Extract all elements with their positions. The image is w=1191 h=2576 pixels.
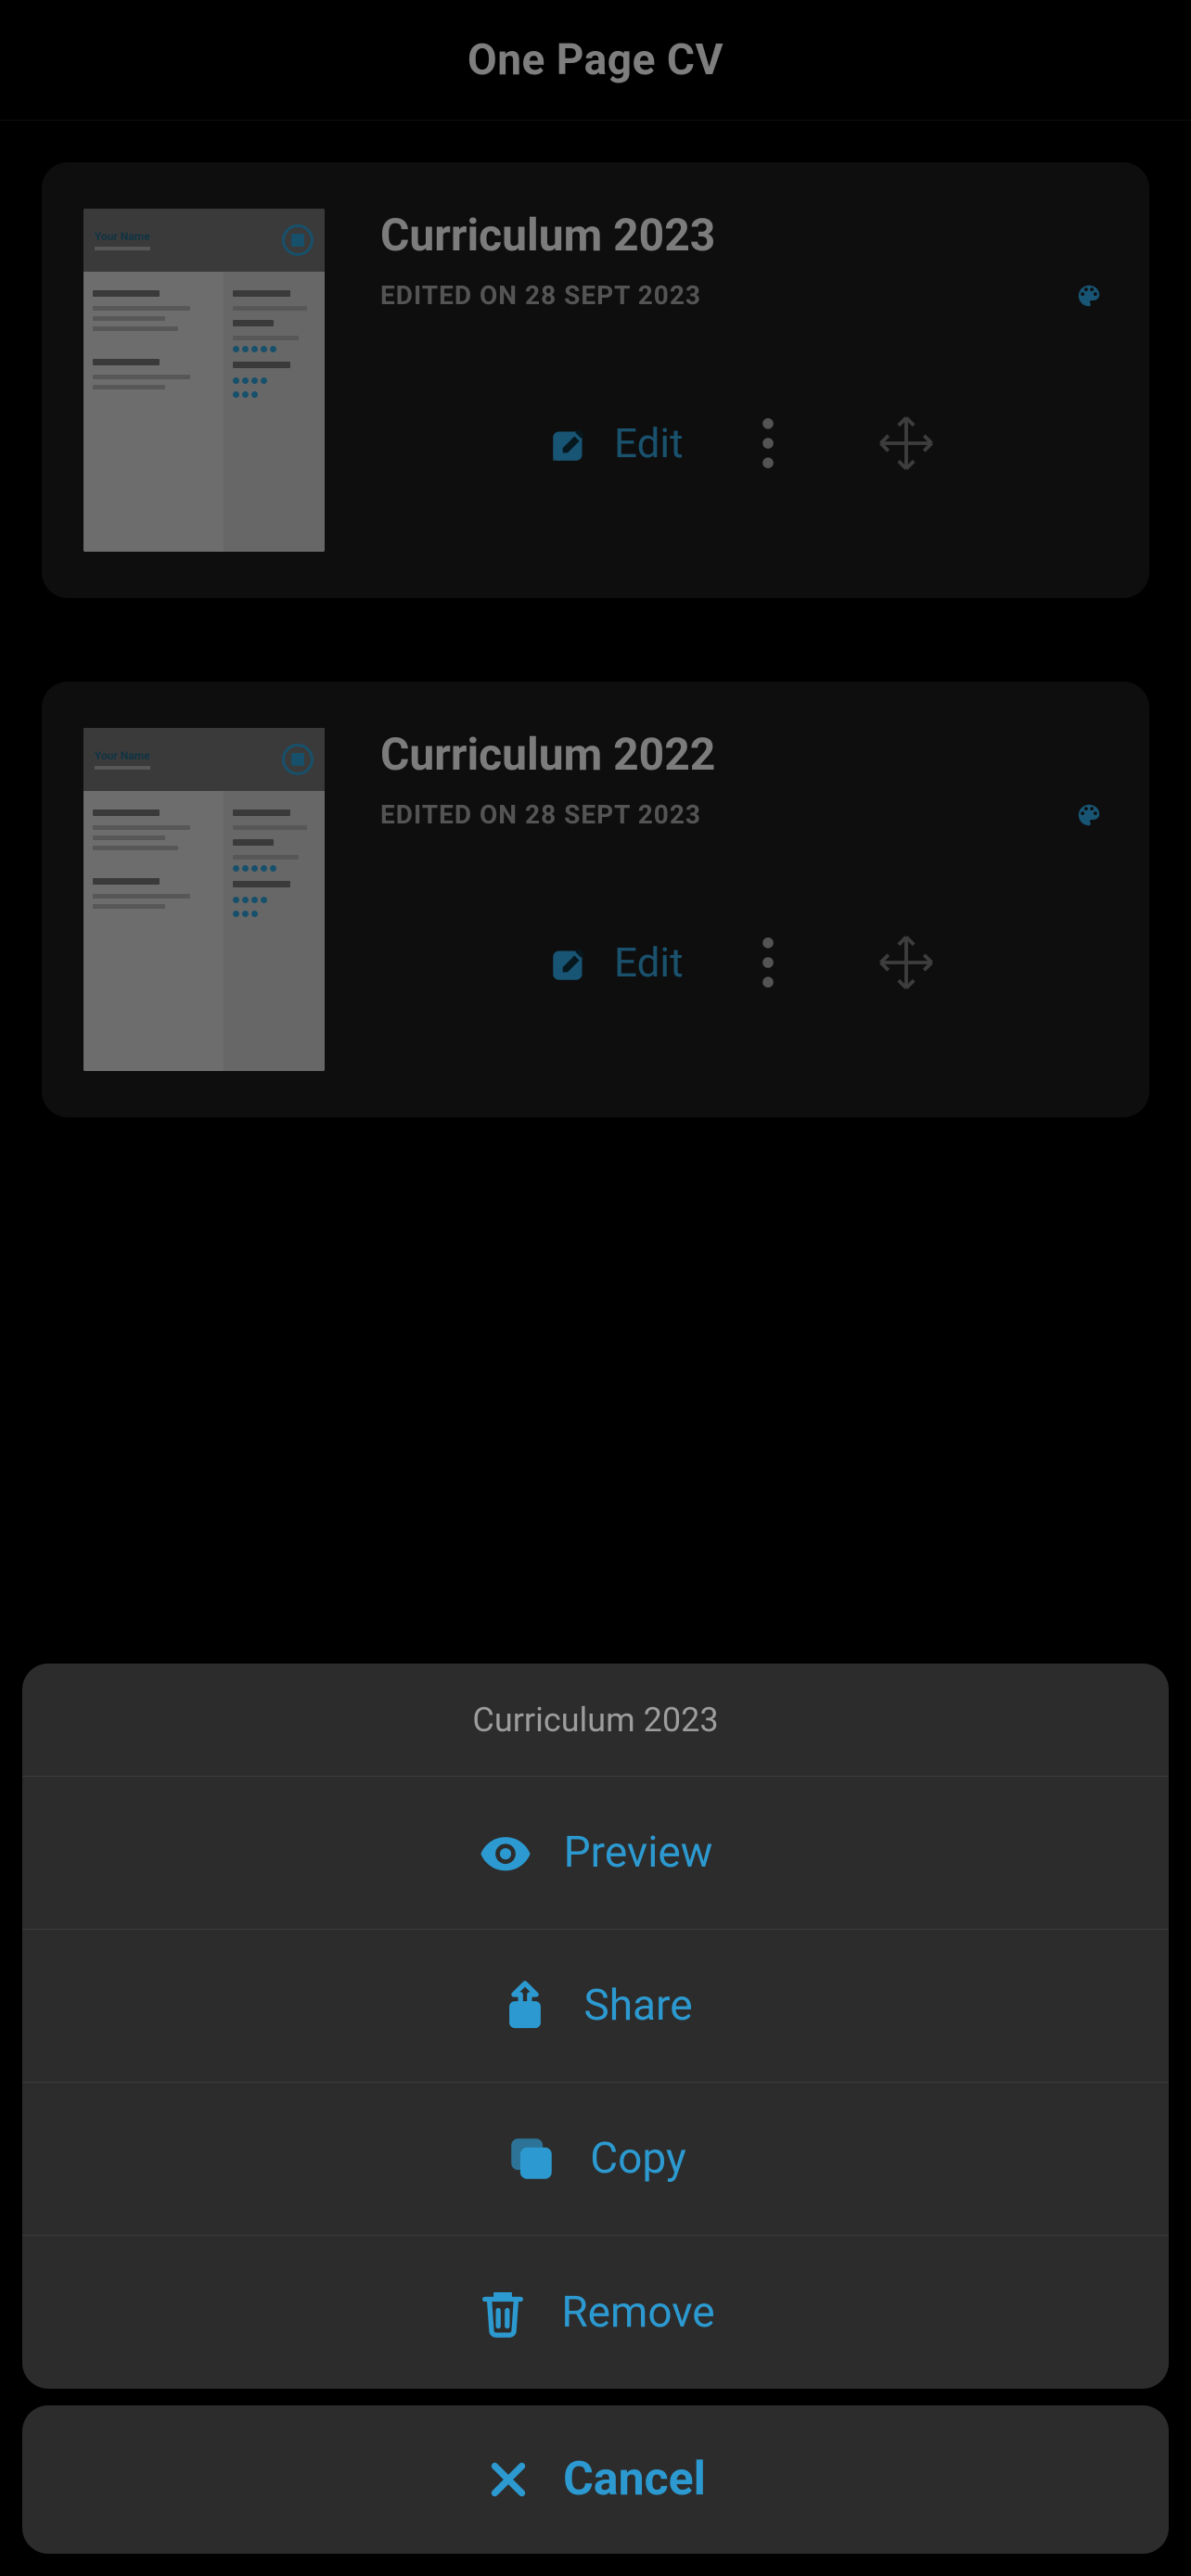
action-preview[interactable]: Preview	[22, 1777, 1169, 1930]
action-sheet-header: Curriculum 2023	[22, 1664, 1169, 1777]
action-label: Copy	[590, 2134, 686, 2184]
document-edited-date: EDITED ON 28 SEPT 2023	[380, 799, 701, 830]
cancel-label: Cancel	[563, 2453, 706, 2506]
palette-icon[interactable]	[1075, 801, 1103, 829]
document-edited-date: EDITED ON 28 SEPT 2023	[380, 280, 701, 311]
more-options-icon[interactable]	[762, 937, 774, 988]
action-cancel[interactable]: Cancel	[22, 2405, 1169, 2554]
edit-icon	[547, 939, 594, 986]
document-card[interactable]: Your Name	[42, 162, 1149, 598]
edit-button[interactable]: Edit	[547, 419, 684, 467]
document-title: Curriculum 2022	[380, 728, 1103, 781]
edit-label: Edit	[614, 938, 684, 987]
action-copy[interactable]: Copy	[22, 2083, 1169, 2236]
drag-handle-icon[interactable]	[852, 413, 937, 474]
action-label: Share	[583, 1981, 692, 2031]
action-share[interactable]: Share	[22, 1930, 1169, 2083]
app-header: One Page CV	[0, 0, 1191, 121]
edit-button[interactable]: Edit	[547, 938, 684, 987]
document-card[interactable]: Your Name	[42, 682, 1149, 1117]
document-list: Your Name	[0, 121, 1191, 1117]
edit-icon	[547, 420, 594, 466]
share-icon	[498, 1979, 552, 2033]
action-sheet: Curriculum 2023 Preview Share Copy Remov…	[22, 1664, 1169, 2554]
more-options-icon[interactable]	[762, 418, 774, 468]
action-label: Remove	[561, 2288, 714, 2338]
edit-label: Edit	[614, 419, 684, 467]
document-thumbnail[interactable]: Your Name	[83, 728, 325, 1071]
document-thumbnail[interactable]: Your Name	[83, 209, 325, 552]
palette-icon[interactable]	[1075, 282, 1103, 310]
action-sheet-title: Curriculum 2023	[472, 1701, 718, 1740]
copy-icon	[505, 2132, 558, 2186]
app-title: One Page CV	[467, 35, 724, 85]
drag-handle-icon[interactable]	[852, 932, 937, 993]
eye-icon	[479, 1826, 532, 1880]
action-remove[interactable]: Remove	[22, 2236, 1169, 2389]
document-title: Curriculum 2023	[380, 209, 1103, 261]
trash-icon	[476, 2286, 530, 2340]
close-icon	[485, 2456, 531, 2503]
action-label: Preview	[564, 1828, 713, 1878]
action-sheet-group: Curriculum 2023 Preview Share Copy Remov…	[22, 1664, 1169, 2389]
